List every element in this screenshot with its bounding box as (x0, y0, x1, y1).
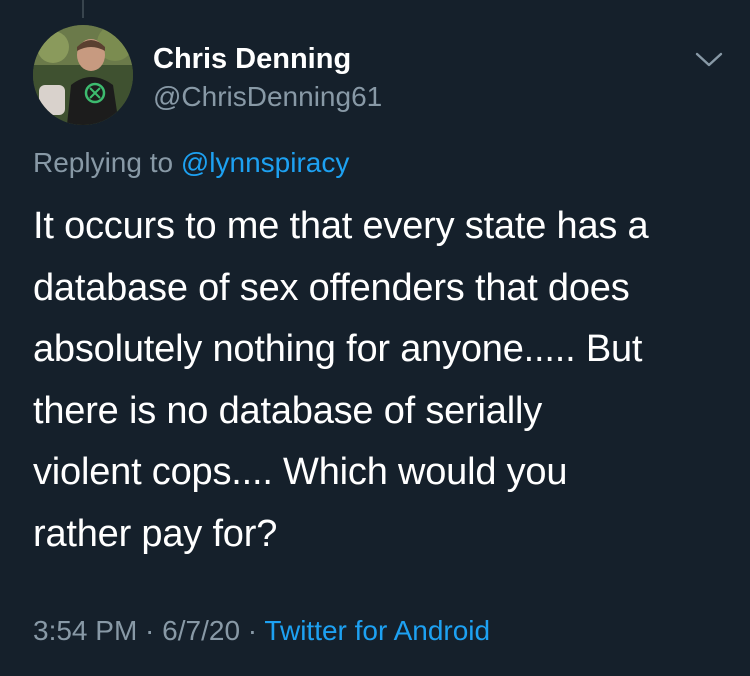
tweet-text-line: database of sex offenders that does (33, 266, 630, 309)
replying-to: Replying to @lynnspiracy (33, 146, 349, 180)
tweet-time[interactable]: 3:54 PM (33, 615, 137, 646)
meta-separator: · (137, 615, 163, 646)
author-handle[interactable]: @ChrisDenning61 (153, 80, 382, 114)
avatar-photo (33, 25, 133, 125)
tweet-text-line: rather pay for? (33, 512, 278, 555)
tweet-text-line: absolutely nothing for anyone..... But (33, 328, 643, 370)
meta-separator: · (240, 615, 265, 646)
avatar[interactable] (33, 25, 133, 125)
tweet-menu-button[interactable] (692, 48, 726, 72)
tweet-text-line: It occurs to me that every state has a (33, 205, 649, 247)
tweet-metadata: 3:54 PM · 6/7/20 · Twitter for Android (33, 614, 490, 648)
replying-to-label: Replying to (33, 147, 181, 178)
tweet-text-line: there is no database of serially (33, 389, 543, 432)
tweet-date[interactable]: 6/7/20 (162, 615, 240, 646)
reply-mention-link[interactable]: @lynnspiracy (181, 147, 349, 178)
thread-connector-line (82, 0, 84, 18)
tweet-text: It occurs to me that every state has a d… (33, 196, 733, 565)
author-display-name[interactable]: Chris Denning (153, 42, 351, 76)
tweet-text-line: violent cops.... Which would you (33, 451, 568, 493)
chevron-down-icon (695, 52, 723, 67)
tweet-source-link[interactable]: Twitter for Android (264, 615, 490, 646)
